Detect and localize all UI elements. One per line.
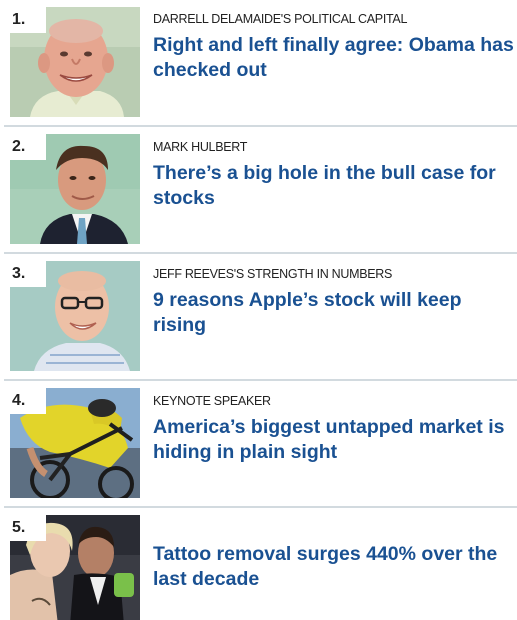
article-text: JEFF REEVES'S STRENGTH IN NUMBERS 9 reas… — [153, 266, 515, 338]
rank-number: 3. — [10, 261, 46, 287]
article-headline-link[interactable]: America’s biggest untapped market is hid… — [153, 415, 515, 465]
article-text: KEYNOTE SPEAKER America’s biggest untapp… — [153, 393, 515, 465]
article-headline-link[interactable]: 9 reasons Apple’s stock will keep rising — [153, 288, 515, 338]
article-kicker: KEYNOTE SPEAKER — [153, 394, 271, 408]
rank-number: 2. — [10, 134, 46, 160]
article-thumbnail[interactable]: 1. — [10, 7, 140, 117]
rank-number: 4. — [10, 388, 46, 414]
article-headline-link[interactable]: Tattoo removal surges 440% over the last… — [153, 542, 515, 592]
article-thumbnail[interactable]: 4. — [10, 388, 140, 498]
most-popular-list: 1. DARRELL DELAMAIDE'S POLITICAL CAPITAL… — [0, 0, 517, 620]
article-kicker: JEFF REEVES'S STRENGTH IN NUMBERS — [153, 267, 393, 281]
article-headline-link[interactable]: Right and left finally agree: Obama has … — [153, 33, 515, 83]
rank-number: 1. — [10, 7, 46, 33]
list-item: 5. Tattoo removal surges 440% over the l… — [0, 508, 517, 620]
list-item: 3. JEFF REEVES'S STRENGTH IN NUMBERS 9 r… — [0, 254, 517, 378]
article-kicker: MARK HULBERT — [153, 140, 248, 154]
article-text: DARRELL DELAMAIDE'S POLITICAL CAPITAL Ri… — [153, 11, 515, 83]
article-kicker: DARRELL DELAMAIDE'S POLITICAL CAPITAL — [153, 12, 408, 26]
article-thumbnail[interactable]: 5. — [10, 515, 140, 620]
list-item: 1. DARRELL DELAMAIDE'S POLITICAL CAPITAL… — [0, 0, 517, 124]
article-text: Tattoo removal surges 440% over the last… — [153, 526, 515, 592]
article-text: MARK HULBERT There’s a big hole in the b… — [153, 139, 515, 211]
article-headline-link[interactable]: There’s a big hole in the bull case for … — [153, 161, 515, 211]
article-thumbnail[interactable]: 3. — [10, 261, 140, 371]
rank-number: 5. — [10, 515, 46, 541]
list-item: 4. KEYNOTE SPEAKER America’s biggest unt… — [0, 381, 517, 505]
article-thumbnail[interactable]: 2. — [10, 134, 140, 244]
list-item: 2. MARK HULBERT There’s a big hole in th… — [0, 127, 517, 251]
